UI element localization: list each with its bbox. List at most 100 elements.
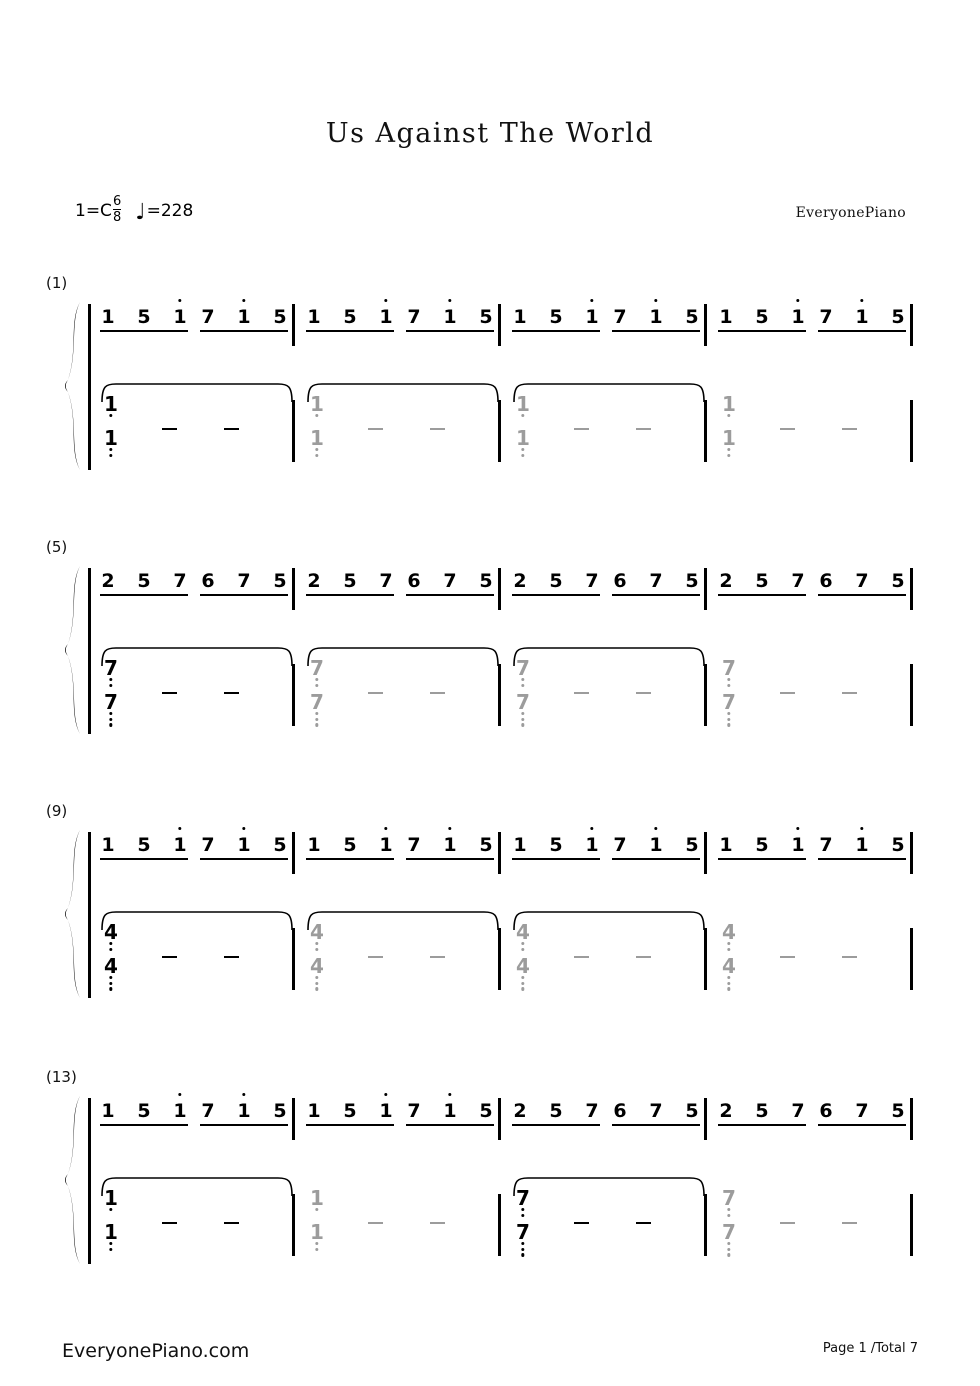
bass-note-digit: 7 — [722, 1186, 736, 1210]
barline — [292, 664, 295, 726]
low-octave-dots-icon — [109, 942, 113, 951]
high-octave-dot-icon — [590, 299, 594, 303]
treble-note: 7 — [201, 1100, 215, 1122]
bass-note-digit: 1 — [310, 1186, 324, 1210]
treble-note: 1 — [442, 299, 458, 328]
tie-slur — [98, 1174, 300, 1197]
treble-note: 1 — [101, 306, 115, 328]
treble-note: 5 — [755, 570, 769, 592]
tie-slur — [510, 908, 712, 931]
treble-note: 5 — [891, 306, 905, 328]
low-octave-dots-icon — [521, 1242, 525, 1257]
tie-slur — [510, 380, 712, 403]
high-octave-dot-icon — [796, 299, 800, 303]
low-octave-dots-icon — [727, 1208, 731, 1217]
beamed-note-group: 675 — [612, 570, 700, 596]
footer-page-count: Page 1 /Total 7 — [822, 1341, 918, 1356]
barline — [498, 1098, 501, 1140]
beamed-note-group: 675 — [818, 570, 906, 596]
barline — [704, 1098, 707, 1140]
treble-note: 5 — [549, 570, 563, 592]
treble-staff: 151715151715151715151715 — [0, 827, 980, 880]
low-octave-dots-icon — [727, 678, 731, 687]
sustain-dash — [368, 692, 383, 695]
low-octave-dots-icon — [315, 678, 319, 687]
bass-note: 4 — [718, 922, 740, 951]
bass-chord-stack: 77 — [718, 658, 740, 727]
tempo-value: =228 — [146, 200, 194, 221]
bass-note: 1 — [718, 428, 740, 457]
high-octave-dot-icon — [654, 299, 658, 303]
bass-note-digit: 7 — [310, 656, 324, 680]
high-octave-dot-icon — [448, 827, 452, 831]
measure-number-label: (5) — [46, 538, 68, 556]
treble-note: 1 — [236, 827, 252, 856]
sustain-dash — [780, 956, 795, 959]
barline — [910, 1194, 913, 1256]
bass-note: 7 — [718, 1222, 740, 1257]
bass-note-digit: 7 — [722, 690, 736, 714]
beamed-note-group: 257 — [100, 570, 188, 596]
beamed-note-group: 715 — [200, 299, 288, 332]
beamed-note-group: 257 — [306, 570, 394, 596]
treble-note: 5 — [685, 570, 699, 592]
low-octave-dots-icon — [521, 1208, 525, 1217]
beamed-note-group: 151 — [512, 827, 600, 860]
bass-note: 7 — [718, 1186, 740, 1217]
treble-note: 5 — [755, 1100, 769, 1122]
time-signature-denominator: 8 — [112, 209, 122, 225]
sustain-dash — [780, 428, 795, 431]
sustain-dash — [162, 428, 177, 431]
high-octave-dot-icon — [178, 827, 182, 831]
bass-chord-stack: 77 — [512, 1188, 534, 1257]
sustain-dash — [780, 1222, 795, 1225]
beamed-note-group: 257 — [718, 570, 806, 596]
bass-staff: 44444444 — [0, 908, 980, 1008]
beamed-note-group: 151 — [306, 1093, 394, 1126]
bass-note-digit: 4 — [722, 954, 736, 978]
bass-note: 1 — [718, 394, 740, 418]
treble-note: 7 — [201, 834, 215, 856]
bass-chord-stack: 77 — [512, 656, 534, 727]
barline — [704, 928, 707, 990]
treble-note: 5 — [273, 1100, 287, 1122]
barline — [292, 832, 295, 874]
key-signature-text: 1=C — [75, 200, 112, 221]
treble-note: 5 — [891, 834, 905, 856]
bass-note-digit: 7 — [516, 656, 530, 680]
barline — [292, 304, 295, 346]
page-title: Us Against The World — [325, 118, 655, 149]
low-octave-dots-icon — [109, 448, 113, 457]
beamed-note-group: 715 — [200, 827, 288, 860]
treble-note: 6 — [407, 570, 421, 592]
tie-slur — [510, 644, 712, 667]
barline — [704, 400, 707, 462]
measure-number-label: (1) — [46, 274, 68, 292]
treble-note: 1 — [378, 827, 394, 856]
beamed-note-group: 715 — [406, 299, 494, 332]
staff-system: (9) 1 5 1 7 1 5 1 5 1 7 1 5 1 5 1 7 1 5 1 5 1 7 1 5 4 4 4 4 4 4 4 4 — [0, 802, 980, 1030]
treble-note: 5 — [137, 306, 151, 328]
sustain-dash — [842, 692, 857, 695]
bass-note: 4 — [306, 956, 328, 991]
bass-note-digit: 7 — [310, 690, 324, 714]
beamed-note-group: 715 — [612, 299, 700, 332]
bass-note: 4 — [512, 956, 534, 991]
treble-note: 5 — [479, 834, 493, 856]
treble-note: 6 — [613, 570, 627, 592]
barline — [498, 928, 501, 990]
high-octave-dot-icon — [384, 827, 388, 831]
low-octave-dots-icon — [521, 712, 525, 727]
bass-staff: 77777777 — [0, 644, 980, 744]
time-signature-numerator: 6 — [112, 194, 122, 209]
bass-chord-stack: 11 — [100, 1188, 122, 1251]
treble-note: 1 — [101, 1100, 115, 1122]
staff-system: (5) 2 5 7 6 7 5 2 5 7 6 7 5 2 5 7 6 7 5 2 5 7 6 7 5 7 7 7 7 7 7 7 7 — [0, 538, 980, 766]
barline — [704, 304, 707, 346]
barline — [498, 1194, 501, 1256]
treble-note: 5 — [137, 834, 151, 856]
treble-note: 1 — [719, 306, 733, 328]
treble-note: 5 — [273, 834, 287, 856]
high-octave-dot-icon — [242, 299, 246, 303]
beamed-note-group: 257 — [512, 1100, 600, 1126]
